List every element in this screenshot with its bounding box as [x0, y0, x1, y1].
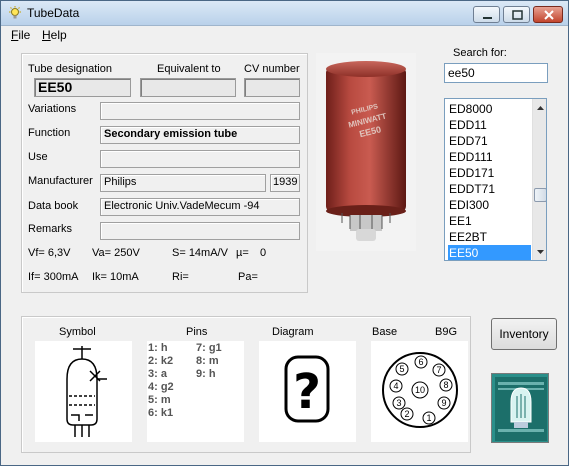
data-book-label: Data book	[28, 200, 79, 212]
pin-item: 5: m	[148, 394, 171, 406]
tube-designation-label: Tube designation	[28, 63, 112, 75]
tube-designation-field[interactable]: EE50	[34, 78, 131, 97]
maximize-button[interactable]	[503, 6, 530, 23]
list-item[interactable]: EDD171	[448, 165, 531, 181]
search-label: Search for:	[453, 47, 507, 59]
list-item[interactable]: EDD71	[448, 133, 531, 149]
tube-image: PHILIPS MINIWATT EE50	[326, 61, 406, 241]
pin-item: 6: k1	[148, 407, 174, 419]
mu-value: 0	[260, 247, 267, 259]
menu-help-hotkey: H	[42, 28, 51, 42]
pin-item: 7: g1	[196, 342, 222, 354]
variations-field[interactable]	[100, 102, 300, 120]
tube-logo-icon	[495, 377, 547, 441]
list-item-selected[interactable]: EE50	[448, 245, 531, 260]
scrollbar-thumb[interactable]	[534, 188, 546, 202]
tube-list[interactable]: ED8000 EDD11 EDD71 EDD111 EDD171 EDDT71 …	[444, 98, 547, 261]
pins-label: Pins	[186, 326, 208, 338]
menu-bar: File Help	[1, 26, 568, 45]
va-value: Va= 250V	[92, 247, 140, 259]
mu-label: µ=	[236, 247, 249, 259]
list-item[interactable]: EDD11	[448, 117, 531, 133]
vf-value: Vf= 6,3V	[28, 247, 71, 259]
cv-number-field[interactable]	[244, 78, 300, 97]
base-panel: 1 2 3 4 5 6 7 8 9 10	[371, 341, 468, 442]
menu-file[interactable]: File	[11, 28, 30, 42]
minimize-icon	[483, 17, 492, 19]
equivalent-to-field[interactable]	[140, 78, 236, 97]
pa-label: Pa=	[238, 271, 258, 283]
base-pin-label: 2	[404, 409, 409, 419]
equivalent-to-label: Equivalent to	[157, 63, 221, 75]
inventory-button[interactable]: Inventory	[491, 318, 557, 350]
app-logo	[491, 373, 549, 443]
search-input[interactable]	[444, 63, 548, 83]
pin-item: 2: k2	[148, 355, 174, 367]
list-item[interactable]: EE1	[448, 213, 531, 229]
pin-item: 8: m	[196, 355, 219, 367]
scroll-down-icon[interactable]	[533, 245, 547, 259]
ri-label: Ri=	[172, 271, 189, 283]
diagram-placeholder-icon: ?	[284, 355, 330, 423]
main-window: TubeData File Help Tube designation Equi…	[0, 0, 569, 466]
list-scrollbar[interactable]	[532, 99, 547, 260]
list-item[interactable]: EE2BT	[448, 229, 531, 245]
base-diagram-icon: 1 2 3 4 5 6 7 8 9 10	[382, 352, 458, 428]
list-item[interactable]: ED8000	[448, 101, 531, 117]
if-value: If= 300mA	[28, 271, 79, 283]
base-pin-label: 6	[418, 357, 423, 367]
use-label: Use	[28, 151, 48, 163]
lightbulb-icon	[9, 6, 21, 19]
symbol-label: Symbol	[59, 326, 96, 338]
pin-item: 9: h	[196, 368, 216, 380]
year-field[interactable]: 1939	[270, 174, 300, 192]
s-value: S= 14mA/V	[172, 247, 228, 259]
minimize-button[interactable]	[473, 6, 500, 23]
symbol-panel	[35, 341, 132, 442]
list-item[interactable]: EDD111	[448, 149, 531, 165]
diagram-panel: ?	[259, 341, 356, 442]
pin-item: 1: h	[148, 342, 168, 354]
base-type-label: B9G	[435, 326, 458, 338]
menu-help-label: elp	[50, 28, 67, 42]
scroll-up-icon[interactable]	[533, 101, 547, 115]
close-icon	[544, 10, 554, 20]
tube-symbol-icon	[66, 346, 107, 437]
menu-file-label: ile	[18, 28, 31, 42]
menu-help[interactable]: Help	[42, 28, 67, 42]
base-pin-label: 8	[443, 380, 448, 390]
maximize-icon	[512, 10, 523, 20]
variations-label: Variations	[28, 103, 77, 115]
use-field[interactable]	[100, 150, 300, 168]
diagram-label: Diagram	[272, 326, 314, 338]
pin-item: 3: a	[148, 368, 167, 380]
tube-photo: PHILIPS MINIWATT EE50	[316, 53, 416, 251]
list-item[interactable]: EDI300	[448, 197, 531, 213]
function-field[interactable]: Secondary emission tube	[100, 126, 300, 144]
manufacturer-field[interactable]: Philips	[100, 174, 266, 192]
pin-item: 4: g2	[148, 381, 174, 393]
base-label: Base	[372, 326, 398, 338]
base-pin-label: 4	[393, 381, 398, 391]
function-label: Function	[28, 127, 71, 139]
base-pin-label: 1	[426, 413, 431, 423]
cv-number-label: CV number	[244, 63, 300, 75]
remarks-field[interactable]	[100, 222, 300, 240]
title-bar[interactable]: TubeData	[1, 1, 568, 26]
window-title: TubeData	[27, 6, 80, 20]
data-book-field[interactable]: Electronic Univ.VadeMecum -94	[100, 198, 300, 216]
ik-value: Ik= 10mA	[92, 271, 139, 283]
base-pin-label: 5	[399, 364, 404, 374]
base-pin-label: 7	[436, 365, 441, 375]
remarks-label: Remarks	[28, 223, 73, 235]
base-pin-label: 10	[415, 385, 425, 395]
close-button[interactable]	[533, 6, 563, 23]
manufacturer-label: Manufacturer	[28, 175, 93, 187]
list-item[interactable]: EDDT71	[448, 181, 531, 197]
diagram-question-mark: ?	[293, 364, 321, 420]
base-pin-label: 9	[441, 398, 446, 408]
base-pin-label: 3	[396, 398, 401, 408]
